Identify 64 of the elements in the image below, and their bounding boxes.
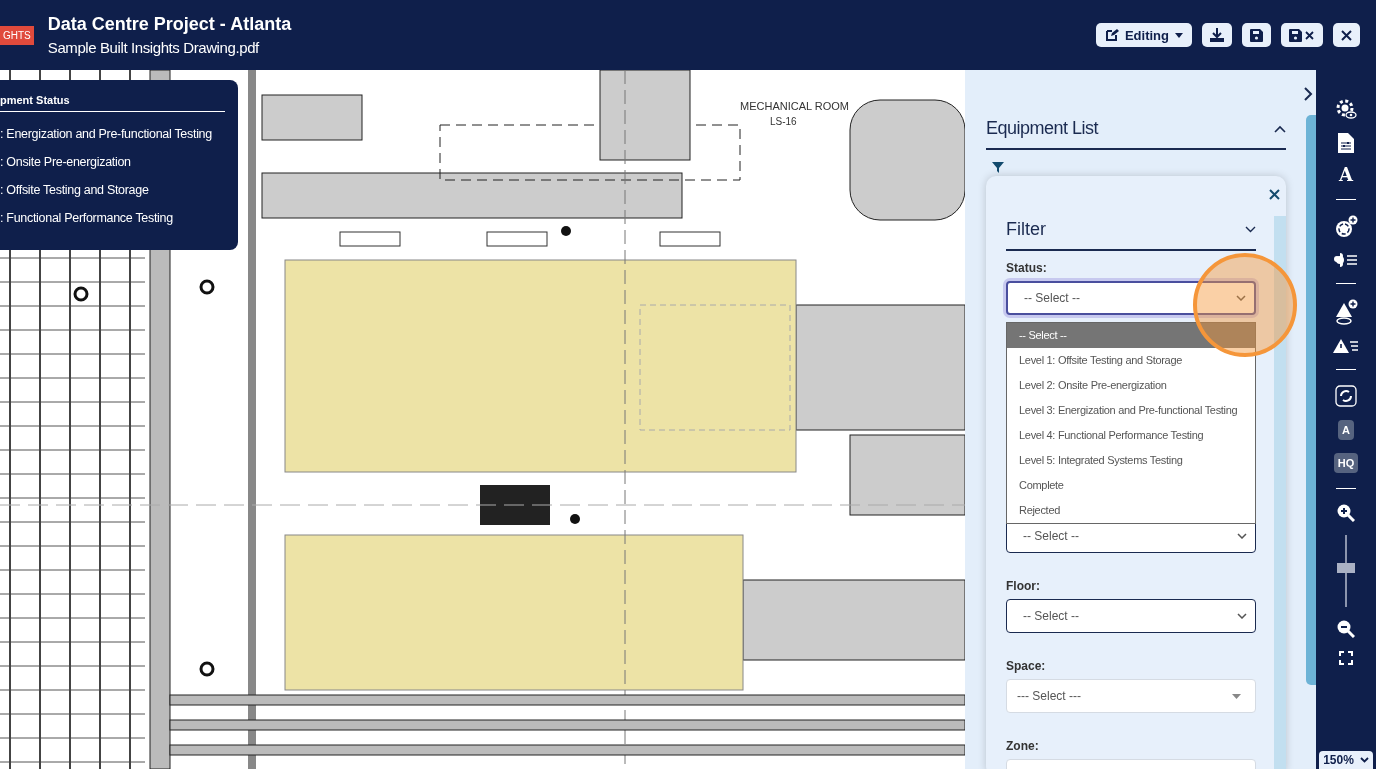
sync-icon[interactable] <box>1335 385 1357 407</box>
save-icon <box>1250 28 1263 42</box>
download-icon <box>1210 28 1224 42</box>
settings-icon[interactable] <box>1335 98 1357 120</box>
save-button[interactable] <box>1242 23 1271 47</box>
dropdown-option[interactable]: -- Select -- <box>1007 323 1255 348</box>
field-label: Status: <box>1006 261 1048 275</box>
chevron-down-icon <box>1237 613 1247 619</box>
dropdown-option[interactable]: Level 1: Offsite Testing and Storage <box>1007 348 1255 373</box>
select-field[interactable]: -- Select -- <box>1006 281 1256 315</box>
legend-item: : Onsite Pre-energization <box>0 154 132 171</box>
dropdown-option[interactable]: Level 5: Integrated Systems Testing <box>1007 448 1255 473</box>
file-name: Sample Built Insights Drawing.pdf <box>47 39 261 56</box>
chevron-down-icon <box>1359 757 1369 763</box>
dropdown-option[interactable]: Level 4: Functional Performance Testing <box>1007 423 1255 448</box>
room-tag: LS-16 <box>770 116 797 127</box>
caret-icon <box>1175 32 1183 38</box>
slider-thumb[interactable] <box>1337 562 1355 573</box>
chevron-down-icon <box>1237 533 1247 539</box>
zoom-out-icon[interactable] <box>1337 620 1355 638</box>
editing-mode-button[interactable]: Editing <box>1095 23 1192 47</box>
filter-icon[interactable] <box>992 162 1004 173</box>
fan-list-icon[interactable] <box>1333 252 1359 268</box>
field-label: Space: <box>1006 659 1047 673</box>
app-badge: GHTS <box>0 26 34 45</box>
dropdown-option[interactable]: Complete <box>1007 473 1255 498</box>
zoom-in-icon[interactable] <box>1337 504 1355 522</box>
chevron-down-icon[interactable] <box>1245 226 1256 233</box>
warning-pin-add-icon[interactable] <box>1334 299 1358 325</box>
close-button[interactable] <box>1333 23 1360 47</box>
chevron-right-icon[interactable] <box>1303 86 1313 102</box>
text-tool-button[interactable]: A <box>1339 166 1353 184</box>
close-icon[interactable] <box>1269 189 1280 200</box>
save-and-close-button[interactable] <box>1281 23 1323 47</box>
room-label: MECHANICAL ROOM <box>740 100 849 112</box>
legend-title: pment Status <box>0 80 225 112</box>
fan-add-icon[interactable] <box>1334 215 1358 239</box>
select-field[interactable]: -- Select -- <box>1006 599 1256 633</box>
scrollbar[interactable] <box>1274 216 1286 769</box>
legend-item: : Functional Performance Testing <box>0 210 174 227</box>
chevron-down-icon <box>1236 295 1246 301</box>
select-field[interactable]: --- Select --- <box>1006 679 1256 713</box>
caret-icon <box>1232 693 1241 699</box>
close-icon <box>1341 29 1352 41</box>
warning-list-icon[interactable] <box>1333 338 1359 354</box>
hq-button[interactable]: HQ <box>1333 453 1359 473</box>
auto-label-button[interactable]: A <box>1338 420 1354 440</box>
document-settings-icon[interactable] <box>1338 133 1354 153</box>
zoom-select[interactable]: 150% <box>1319 751 1373 769</box>
save-close-icon <box>1289 28 1315 42</box>
fullscreen-icon[interactable] <box>1339 651 1353 665</box>
chevron-icon[interactable] <box>1274 124 1286 133</box>
field-label: Floor: <box>1006 579 1041 593</box>
legend-item: : Offsite Testing and Storage <box>0 182 150 199</box>
download-button[interactable] <box>1202 23 1232 47</box>
field-label: Zone: <box>1006 739 1040 753</box>
project-title: Data Centre Project - Atlanta <box>47 14 292 35</box>
edit-icon <box>1104 28 1119 42</box>
dropdown-option[interactable]: Level 2: Onsite Pre-energization <box>1007 373 1255 398</box>
dropdown-option[interactable]: Level 3: Energization and Pre-functional Testing <box>1007 398 1255 423</box>
scrollbar[interactable] <box>1306 115 1316 685</box>
filter-title: Filter <box>1006 219 1046 240</box>
section-title: Equipment List <box>986 118 1099 139</box>
legend-item: : Energization and Pre-functional Testing <box>0 126 213 143</box>
